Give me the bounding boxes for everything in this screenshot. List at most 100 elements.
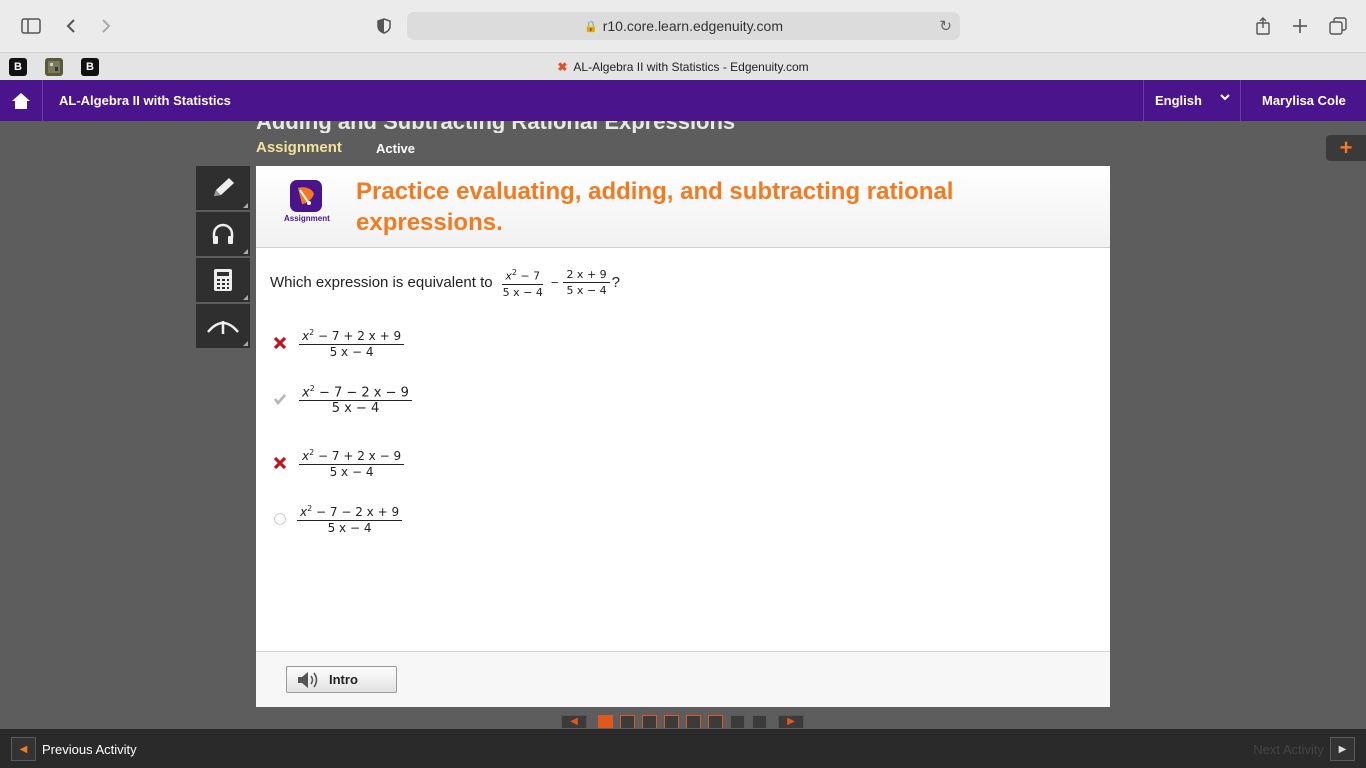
radio-button[interactable] <box>272 511 288 527</box>
pager-next-button[interactable]: ▶ <box>778 715 804 728</box>
lesson-title: Adding and Subtracting Rational Expressi… <box>256 121 856 133</box>
num-exp: 2 <box>511 268 517 277</box>
speaker-icon <box>298 671 318 688</box>
num-rest: − 7 + 2 x + 9 <box>318 329 402 343</box>
lesson-title-clip: Adding and Subtracting Rational Expressi… <box>256 121 856 133</box>
question-fraction-2: 2 x + 9 5 x − 4 <box>563 268 610 297</box>
num-rest: − 7 − 2 x − 9 <box>318 385 409 401</box>
activity-footer: Intro <box>256 651 1110 707</box>
audio-tool-button[interactable] <box>196 212 250 256</box>
calculator-tool-button[interactable] <box>196 258 250 302</box>
denominator: 5 x − 4 <box>502 285 543 299</box>
num-rest: − 7 <box>520 269 541 283</box>
next-activity-button[interactable]: Next Activity ▶ <box>1253 737 1355 761</box>
option-fraction: x2 − 7 + 2 x + 9 5 x − 4 <box>299 326 405 359</box>
checkmark-icon <box>272 391 288 407</box>
user-name[interactable]: Marylisa Cole <box>1262 93 1346 108</box>
tab-bar: B B ✖ AL-Algebra II with Statistics - Edg… <box>0 52 1366 80</box>
page-dot-4[interactable] <box>664 715 679 728</box>
bottom-nav-bar: ◀ Previous Activity Next Activity ▶ <box>0 729 1366 768</box>
pager-prev-button[interactable]: ◀ <box>561 715 587 728</box>
denominator: 5 x − 4 <box>331 401 380 417</box>
right-arrow-icon: ▶ <box>1330 737 1355 761</box>
forward-icon[interactable] <box>92 12 120 40</box>
question-operator: − <box>550 274 559 290</box>
num-exp: 2 <box>309 384 315 393</box>
expand-plus-button[interactable]: + <box>1326 135 1366 161</box>
home-icon <box>12 92 30 109</box>
caret-up-icon <box>207 321 239 334</box>
new-tab-icon[interactable] <box>1286 12 1314 40</box>
url-text: r10.core.learn.edgenuity.com <box>602 18 783 34</box>
page-navigator: ◀ ▶ <box>561 715 805 728</box>
num-rest: − 7 + 2 x − 9 <box>318 449 402 463</box>
browser-chrome: 🔒 r10.core.learn.edgenuity.com ↻ B B ✖ AL… <box>0 0 1366 80</box>
option-fraction: x2 − 7 + 2 x − 9 5 x − 4 <box>299 446 405 479</box>
assignment-badge: Assignment <box>284 180 330 228</box>
sidebar-toggle-icon[interactable] <box>17 12 45 40</box>
language-select[interactable]: English <box>1143 80 1241 121</box>
calculator-icon <box>214 269 232 291</box>
shield-icon[interactable] <box>370 12 398 40</box>
active-tab[interactable]: ✖ AL-Algebra II with Statistics - Edgenui… <box>0 60 1366 74</box>
page-dot-8[interactable] <box>752 715 767 728</box>
num-exp: 2 <box>309 448 315 457</box>
pencil-tool-button[interactable] <box>196 166 250 210</box>
app-header: AL-Algebra II with Statistics English Ma… <box>0 80 1366 121</box>
activity-heading: Practice evaluating, adding, and subtrac… <box>356 178 954 236</box>
course-title[interactable]: AL-Algebra II with Statistics <box>59 93 231 108</box>
question-fraction-1: x2 − 7 5 x − 4 <box>500 266 546 299</box>
page-dot-5[interactable] <box>686 715 701 728</box>
chevron-down-icon <box>1220 92 1230 104</box>
answer-option-2[interactable]: x2 − 7 − 2 x − 9 5 x − 4 <box>272 382 414 415</box>
reload-icon[interactable]: ↻ <box>939 17 952 35</box>
formula-tool-button[interactable] <box>196 304 250 348</box>
url-bar[interactable]: 🔒 r10.core.learn.edgenuity.com ↻ <box>407 12 960 40</box>
badge-label: Assignment <box>284 214 330 223</box>
page-dot-1[interactable] <box>598 715 613 728</box>
page-dot-6[interactable] <box>708 715 723 728</box>
question-text: Which expression is equivalent to <box>270 273 493 291</box>
num-base: x <box>302 385 310 401</box>
incorrect-x-icon <box>272 455 288 471</box>
page-dot-7[interactable] <box>730 715 745 728</box>
denominator: 5 x − 4 <box>566 283 607 297</box>
lock-icon: 🔒 <box>584 20 598 33</box>
option-fraction: x2 − 7 − 2 x + 9 5 x − 4 <box>297 502 403 535</box>
tool-column <box>196 166 250 350</box>
pencil-icon <box>214 178 234 196</box>
language-label: English <box>1155 93 1202 108</box>
assignment-icon <box>290 180 322 212</box>
question: Which expression is equivalent to x2 − 7… <box>270 266 620 299</box>
share-icon[interactable] <box>1249 12 1277 40</box>
activity-panel: Assignment Practice evaluating, adding, … <box>256 166 1110 707</box>
tab-overview-icon[interactable] <box>1324 12 1352 40</box>
num-exp: 2 <box>307 504 313 513</box>
incorrect-x-icon <box>272 335 288 351</box>
previous-activity-label: Previous Activity <box>42 741 137 757</box>
left-arrow-icon: ◀ <box>11 737 36 761</box>
question-mark: ? <box>611 273 620 291</box>
tab-title: AL-Algebra II with Statistics - Edgenuit… <box>573 60 809 74</box>
answer-option-3[interactable]: x2 − 7 + 2 x − 9 5 x − 4 <box>272 446 406 479</box>
intro-button[interactable]: Intro <box>286 666 397 693</box>
home-button[interactable] <box>0 80 43 121</box>
lesson-type-label: Assignment <box>256 139 342 156</box>
denominator: 5 x − 4 <box>329 465 374 479</box>
status-label: Active <box>376 141 416 156</box>
back-icon[interactable] <box>57 12 85 40</box>
option-fraction: x2 − 7 − 2 x − 9 5 x − 4 <box>299 382 412 415</box>
page-dot-3[interactable] <box>642 715 657 728</box>
denominator: 5 x − 4 <box>329 345 374 359</box>
next-activity-label: Next Activity <box>1253 741 1324 757</box>
edgenuity-logo-icon: ✖ <box>557 60 568 74</box>
numerator: 2 x + 9 <box>563 268 610 283</box>
page-dot-2[interactable] <box>620 715 635 728</box>
previous-activity-button[interactable]: ◀ Previous Activity <box>11 737 137 761</box>
answer-option-4[interactable]: x2 − 7 − 2 x + 9 5 x − 4 <box>272 502 404 535</box>
intro-label: Intro <box>329 672 358 687</box>
denominator: 5 x − 4 <box>327 521 372 535</box>
answer-option-1[interactable]: x2 − 7 + 2 x + 9 5 x − 4 <box>272 326 406 359</box>
headphones-icon <box>212 223 234 244</box>
browser-toolbar: 🔒 r10.core.learn.edgenuity.com ↻ <box>0 0 1366 52</box>
